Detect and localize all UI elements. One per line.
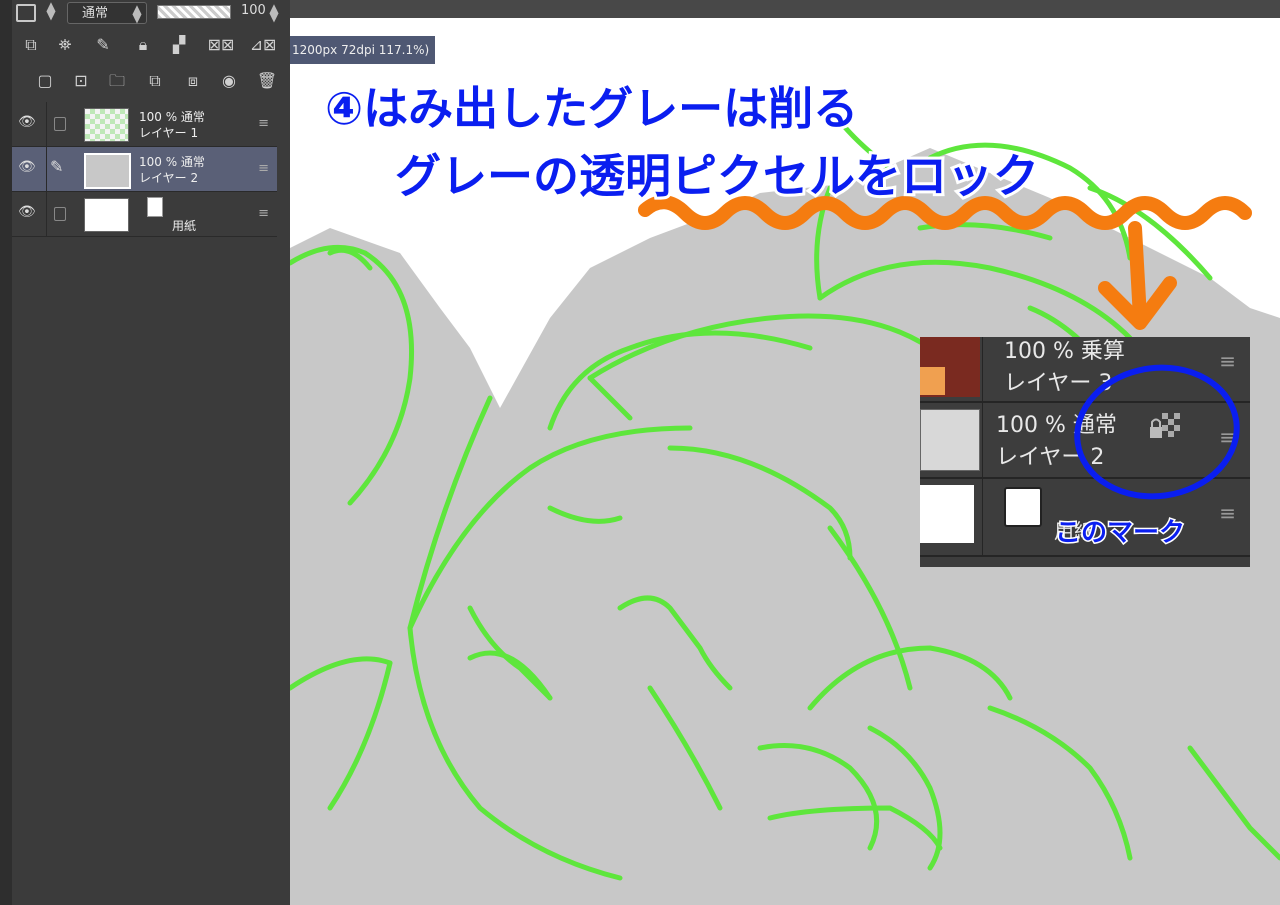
chevron-updown-icon: ▲ ▼ — [132, 2, 142, 25]
pen-icon: ✎ — [50, 157, 64, 176]
lock-transparent-icon[interactable]: ▞ — [168, 34, 190, 56]
copy-layer-icon[interactable]: ⧉ — [144, 70, 166, 92]
layer-menu-icon[interactable]: ≡ — [258, 116, 269, 131]
layer-thumbnail — [84, 198, 129, 232]
layer-opacity-blend: 100 % 通常 — [139, 155, 205, 169]
highlight-circle — [1074, 364, 1240, 500]
opacity-value[interactable]: 100 — [241, 3, 266, 18]
mark-label: このマーク — [1053, 517, 1186, 550]
inset-thumb-hair — [920, 367, 945, 395]
layer-opacity-blend: 100 % 通常 — [139, 110, 205, 124]
opacity-slider[interactable] — [157, 5, 231, 19]
layer-actions-toolbar: ▢ ⊡ 🗀︎ ⧉ ⧈ ◉ 🗑︎ — [14, 70, 284, 98]
ruler-toggle-icon[interactable]: ⊿⊠ — [246, 34, 280, 56]
layer-menu-icon[interactable]: ≡ — [258, 161, 269, 176]
visibility-eye-icon[interactable]: 👁︎ — [18, 159, 36, 175]
layer-lock-toolbar: ⧉ ⛯ ✎ 🔒︎ ▞ ⊠⊠ ⊿⊠ — [14, 34, 284, 62]
visibility-eye-icon[interactable]: 👁︎ — [18, 204, 36, 220]
edit-target-checkbox[interactable] — [54, 117, 66, 131]
updown-icon[interactable]: ▲ ▼ — [45, 0, 57, 21]
merge-layer-icon[interactable]: ⧈ — [182, 70, 204, 92]
layer-row-1[interactable]: 👁︎ 100 % 通常 レイヤー 1 ≡ — [12, 102, 277, 147]
layer-name: レイヤー 1 — [139, 126, 199, 140]
paper-icon — [147, 197, 163, 217]
canvas-info-bar: 1200px 72dpi 117.1%) — [290, 18, 1280, 64]
reference-layer-icon[interactable]: ⛯ — [54, 34, 76, 56]
edit-target-checkbox[interactable] — [54, 207, 66, 221]
new-raster-layer-icon[interactable]: ▢ — [34, 70, 56, 92]
step-subtitle: グレーの透明ピクセルをロック — [392, 146, 1042, 206]
paper-icon — [1004, 487, 1042, 527]
mask-toggle-icon[interactable]: ⊠⊠ — [204, 34, 238, 56]
step-title: ④はみ出したグレーは削る — [322, 79, 861, 138]
top-toolbar — [290, 0, 1280, 18]
visibility-eye-icon[interactable]: 👁︎ — [18, 114, 36, 130]
layer-color-icon[interactable] — [16, 4, 36, 22]
layer-menu-icon[interactable]: ≡ — [258, 206, 269, 221]
lock-icon[interactable]: 🔒︎ — [132, 34, 154, 56]
layer-name: 用紙 — [172, 219, 197, 233]
layer-thumbnail — [84, 108, 129, 142]
layer-mask-icon[interactable]: ◉ — [218, 70, 240, 92]
layer-panel: ▲ ▼ 通常 ▲ ▼ 100 ▲ ▼ ⧉ ⛯ ✎ 🔒︎ ▞ ⊠⊠ ⊿⊠ ▢ ⊡ 🗀︎ … — [0, 0, 290, 905]
layer-thumbnail — [84, 153, 131, 189]
inset-thumb-paper — [920, 485, 974, 543]
clip-icon[interactable]: ⧉ — [20, 34, 42, 56]
layer-name: レイヤー 2 — [139, 171, 199, 185]
layer-property-bar: ▲ ▼ 通常 ▲ ▼ 100 ▲ ▼ — [0, 0, 290, 28]
layer-list: 👁︎ 100 % 通常 レイヤー 1 ≡ 👁︎ ✎ 100 % 通常 レイヤー … — [12, 102, 277, 237]
layer-row-2[interactable]: 👁︎ ✎ 100 % 通常 レイヤー 2 ≡ — [12, 147, 277, 192]
draft-layer-icon[interactable]: ✎ — [92, 34, 114, 56]
delete-layer-icon[interactable]: 🗑︎ — [256, 70, 278, 92]
new-vector-layer-icon[interactable]: ⊡ — [70, 70, 92, 92]
layer-row-paper[interactable]: 👁︎ 用紙 ≡ — [12, 192, 277, 237]
opacity-updown-icon[interactable]: ▲ ▼ — [268, 2, 280, 23]
new-folder-icon[interactable]: 🗀︎ — [106, 70, 128, 92]
inset-thumb-layer2 — [920, 409, 980, 471]
